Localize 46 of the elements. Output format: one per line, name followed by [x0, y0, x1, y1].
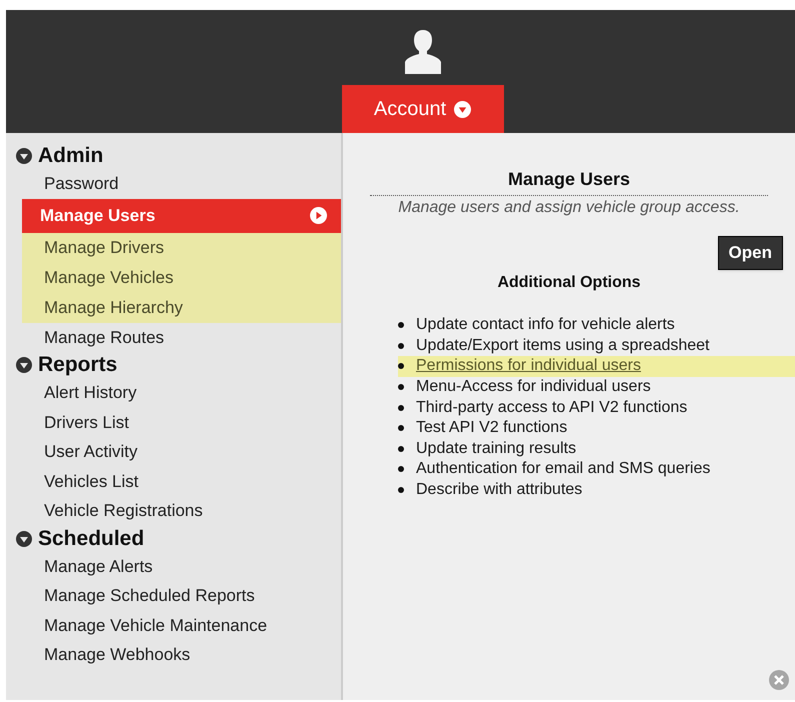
bullet-icon: [398, 342, 404, 349]
account-button[interactable]: Account: [342, 85, 504, 133]
menu-item[interactable]: Manage Webhooks: [22, 640, 341, 670]
collapse-icon: [16, 530, 32, 546]
menu-item[interactable]: Manage Alerts: [22, 552, 341, 581]
menu-item[interactable]: Alert History: [22, 378, 341, 408]
menu-item[interactable]: Vehicles List: [22, 466, 341, 496]
option-link[interactable]: Permissions for individual users: [416, 354, 641, 378]
menu-item[interactable]: Manage Scheduled Reports: [22, 581, 341, 610]
bullet-icon: [398, 466, 404, 472]
options-heading: Additional Options: [497, 273, 641, 293]
menu-item[interactable]: Manage Hierarchy: [22, 292, 341, 322]
bullet-icon: [398, 404, 404, 411]
bullet-icon: [398, 322, 404, 328]
bullet-icon: [398, 384, 404, 390]
menu-item[interactable]: Manage Users: [22, 198, 341, 232]
bullet-icon: [398, 446, 404, 452]
bullet-icon: [398, 363, 404, 370]
menu-item[interactable]: Manage Routes: [22, 322, 341, 352]
section-header[interactable]: Scheduled: [6, 526, 341, 552]
option-text: Test API V2 functions: [416, 418, 568, 438]
panel-title: Manage Users: [508, 168, 630, 191]
option-text: Authentication for email and SMS queries: [416, 459, 710, 480]
menu-item[interactable]: Drivers List: [22, 408, 341, 437]
menu-item[interactable]: Manage Drivers: [22, 232, 341, 262]
menu-item[interactable]: Manage Vehicles: [22, 262, 341, 292]
option-text: Describe with attributes: [416, 480, 582, 500]
caret-icon: [454, 100, 472, 118]
option-text: Third-party access to API V2 functions: [416, 398, 688, 418]
open-button[interactable]: Open: [718, 236, 783, 270]
menu-item[interactable]: Password: [22, 169, 341, 198]
menu-item[interactable]: Manage Vehicle Maintenance: [22, 610, 341, 640]
section-header[interactable]: Admin: [6, 143, 341, 169]
option-text: Menu-Access for individual users: [416, 377, 651, 398]
close-icon[interactable]: [769, 670, 789, 690]
bullet-icon: [398, 487, 404, 494]
panel-subtitle: Manage users and assign vehicle group access.: [398, 198, 740, 218]
bullet-icon: [398, 425, 404, 432]
menu-item[interactable]: Vehicle Registrations: [22, 496, 341, 526]
collapse-icon: [16, 148, 32, 164]
option-text: Update contact info for vehicle alerts: [416, 315, 675, 336]
section-header[interactable]: Reports: [6, 352, 341, 378]
option-text: Update/Export items using a spreadsheet: [416, 336, 710, 356]
collapse-icon: [16, 357, 32, 373]
menu-item[interactable]: User Activity: [22, 437, 341, 466]
option-text: Update training results: [416, 438, 576, 459]
